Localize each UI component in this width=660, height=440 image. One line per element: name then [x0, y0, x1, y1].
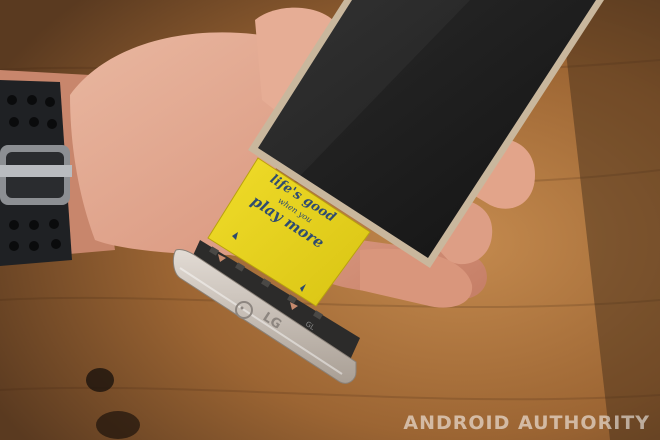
- blurred-object-2: [96, 411, 140, 439]
- photo-illustration: life's good when you play more LG GL: [0, 0, 660, 440]
- blurred-object: [86, 368, 114, 392]
- watch-strap: [0, 80, 72, 266]
- watermark: ANDROID AUTHORITY: [403, 412, 650, 434]
- photo-scene: life's good when you play more LG GL AND…: [0, 0, 660, 440]
